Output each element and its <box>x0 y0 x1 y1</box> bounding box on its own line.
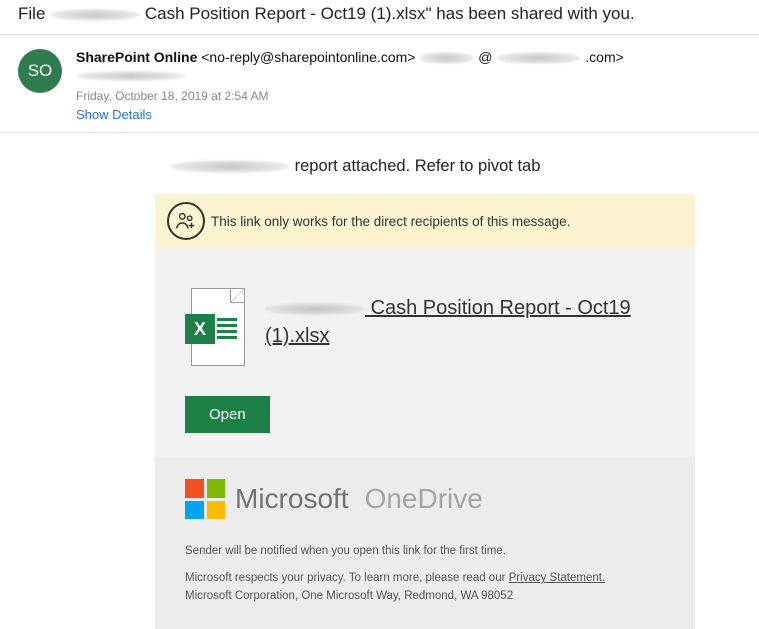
footer-privacy-line: Microsoft respects your privacy. To lear… <box>185 570 665 587</box>
open-button[interactable]: Open <box>185 396 270 433</box>
subject-suffix: Cash Position Report - Oct19 (1).xlsx" h… <box>145 4 635 23</box>
file-link[interactable]: Cash Position Report - Oct19 (1).xlsx <box>265 288 631 350</box>
sender-email: <no-reply@sharepointonline.com> <box>201 49 415 65</box>
recipient-domain: .com> <box>585 49 624 65</box>
microsoft-logo-icon <box>185 479 225 519</box>
excel-file-icon: X <box>185 288 245 366</box>
redaction <box>50 9 140 21</box>
recipients-banner: This link only works for the direct reci… <box>155 194 695 248</box>
footer-line1: Sender will be notified when you open th… <box>185 543 665 560</box>
card-footer: Microsoft OneDrive Sender will be notifi… <box>155 457 695 629</box>
show-details-link[interactable]: Show Details <box>76 107 152 122</box>
file-name-part1: Cash Position Report - Oct19 <box>371 297 631 319</box>
sender-avatar: SO <box>18 49 62 93</box>
subject-prefix: File <box>18 4 50 23</box>
email-body: report attached. Refer to pivot tab This… <box>0 133 759 629</box>
redaction <box>496 52 581 64</box>
share-card: This link only works for the direct reci… <box>155 194 695 629</box>
email-header: SO SharePoint Online <no-reply@sharepoin… <box>0 35 759 132</box>
intro-text: report attached. Refer to pivot tab <box>0 157 759 194</box>
redaction <box>170 160 290 173</box>
email-date: Friday, October 18, 2019 at 2:54 AM <box>76 89 741 103</box>
intro-suffix: report attached. Refer to pivot tab <box>295 157 541 175</box>
privacy-link[interactable]: Privacy Statement. <box>509 572 606 584</box>
file-name-part2: (1).xlsx <box>265 325 329 347</box>
file-block: X Cash Position Report - Oct19 (1).xlsx … <box>155 248 695 457</box>
footer-line2a: Microsoft respects your privacy. To lear… <box>185 572 509 584</box>
people-icon <box>167 202 205 240</box>
redaction <box>265 303 365 315</box>
email-meta: SharePoint Online <no-reply@sharepointon… <box>76 49 741 122</box>
email-subject: File Cash Position Report - Oct19 (1).xl… <box>0 0 759 34</box>
redaction <box>419 52 474 64</box>
to-line <box>76 67 741 83</box>
from-line: SharePoint Online <no-reply@sharepointon… <box>76 49 741 65</box>
microsoft-text: Microsoft <box>235 483 349 515</box>
brand-row: Microsoft OneDrive <box>185 479 665 519</box>
onedrive-text: OneDrive <box>365 483 483 515</box>
recipient-at: @ <box>478 49 492 65</box>
banner-text: This link only works for the direct reci… <box>211 214 570 229</box>
footer-address: Microsoft Corporation, One Microsoft Way… <box>185 588 665 605</box>
redaction <box>76 71 186 81</box>
sender-name: SharePoint Online <box>76 49 197 65</box>
